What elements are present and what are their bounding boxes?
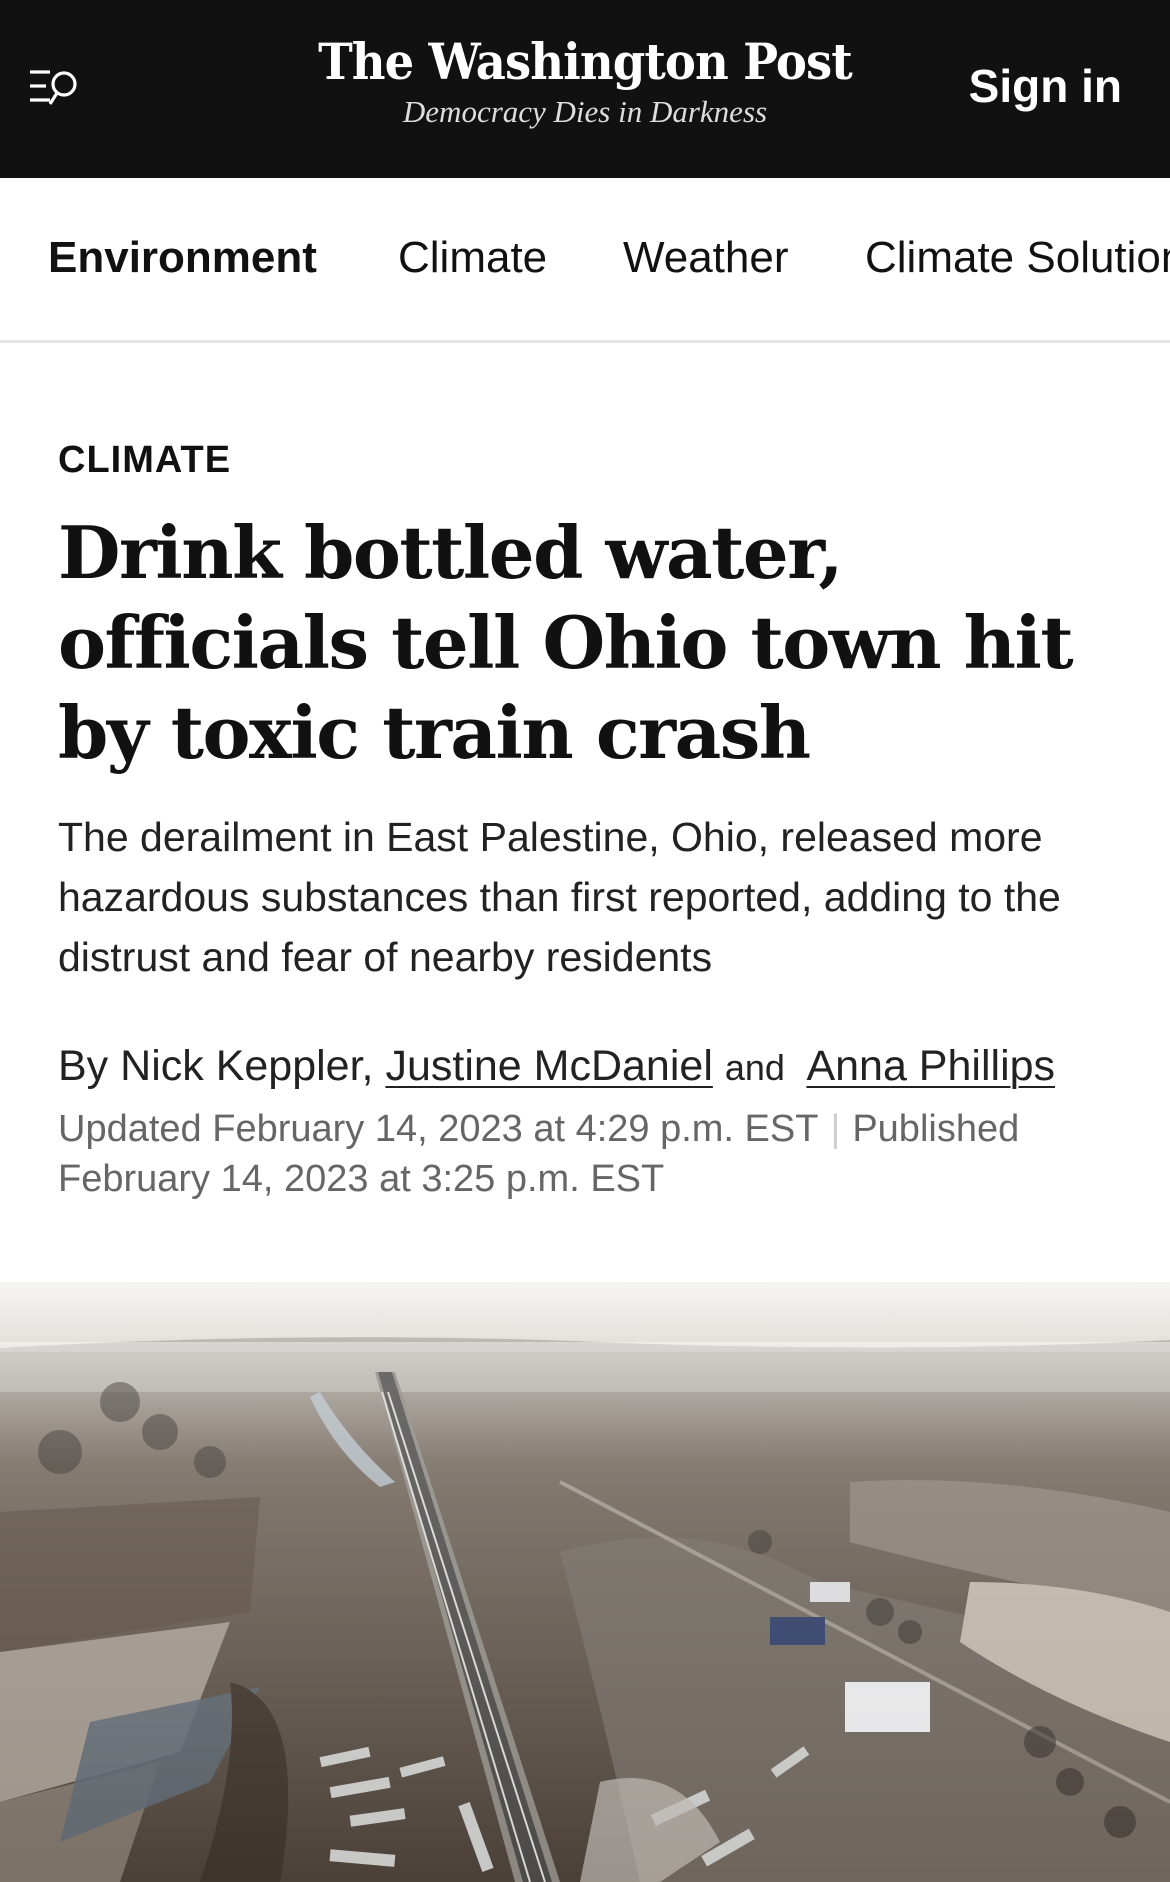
author-link[interactable]: Justine McDaniel	[385, 1042, 712, 1090]
nav-item-climate-solutions[interactable]: Climate Solutions	[865, 232, 1170, 284]
byline-prefix: By	[58, 1042, 109, 1090]
author-link[interactable]: Anna Phillips	[806, 1042, 1055, 1090]
aerial-photo-train-derailment	[0, 1282, 1170, 1882]
nav-item-environment[interactable]: Environment	[48, 232, 317, 284]
section-nav: Environment Climate Weather Climate Solu…	[0, 178, 1170, 343]
dateline: Updated February 14, 2023 at 4:29 p.m. E…	[58, 1104, 1148, 1204]
divider: |	[830, 1108, 841, 1150]
byline-separator: ,	[361, 1042, 374, 1090]
article-summary: The derailment in East Palestine, Ohio, …	[58, 814, 1061, 980]
author-name: Nick Keppler	[120, 1042, 362, 1090]
headline: Drink bottled water, officials tell Ohio…	[58, 510, 1074, 775]
washington-post-logo[interactable]: The Washington Post	[318, 32, 853, 92]
section-kicker[interactable]: CLIMATE	[58, 438, 231, 482]
article-photo	[0, 1282, 1170, 1882]
nav-item-climate[interactable]: Climate	[398, 232, 547, 284]
nav-item-weather[interactable]: Weather	[623, 232, 789, 284]
top-header: The Washington Post Democracy Dies in Da…	[0, 0, 1170, 178]
byline-conjunction: and	[724, 1047, 785, 1088]
menu-search-icon[interactable]	[28, 66, 80, 110]
updated-timestamp: Updated February 14, 2023 at 4:29 p.m. E…	[58, 1108, 819, 1150]
sign-in-button[interactable]: Sign in	[969, 58, 1122, 114]
byline: By Nick Keppler, Justine McDaniel and An…	[58, 1038, 1148, 1096]
